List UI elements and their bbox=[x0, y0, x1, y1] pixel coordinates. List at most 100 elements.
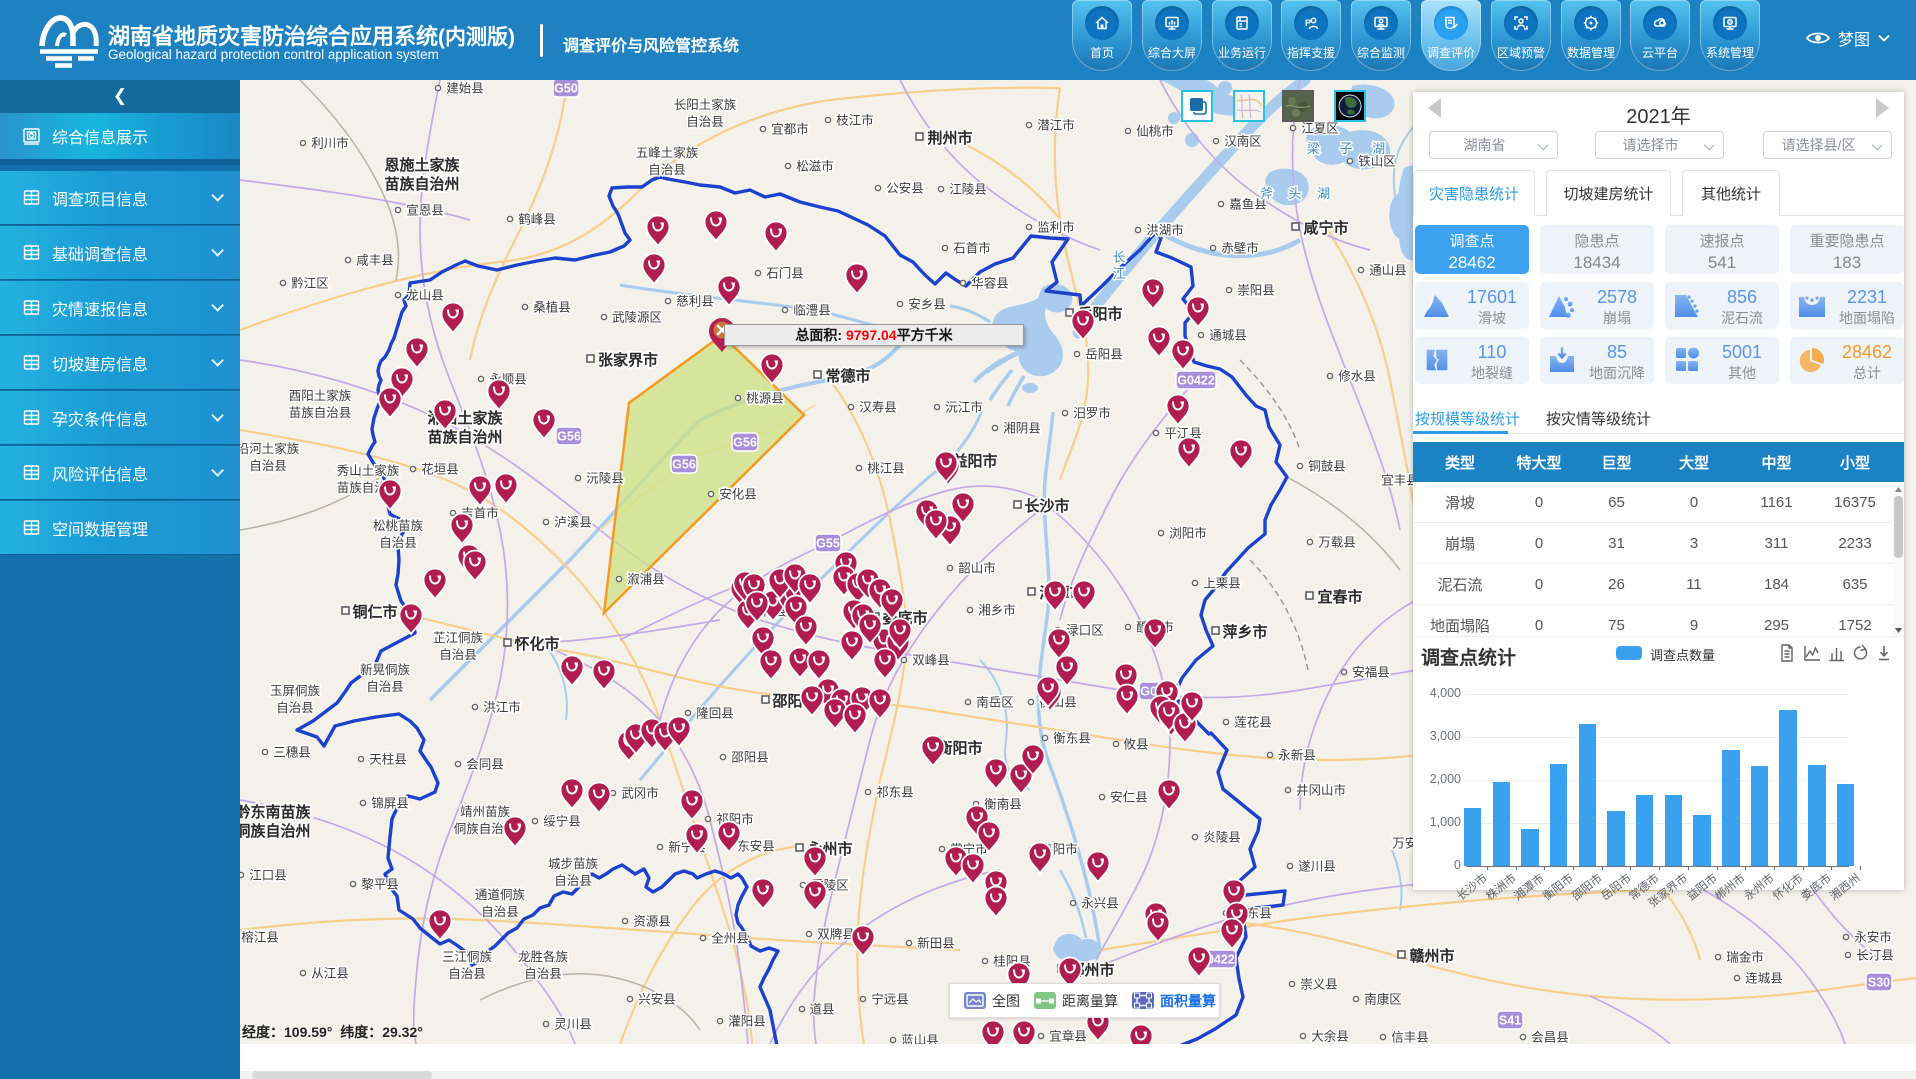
svg-text:汉寿县: 汉寿县 bbox=[859, 401, 897, 415]
svg-text:石首市: 石首市 bbox=[953, 241, 991, 256]
svg-text:赤壁市: 赤壁市 bbox=[1221, 241, 1259, 256]
svg-text:自治县: 自治县 bbox=[249, 459, 287, 473]
svg-text:梁 子 湖: 梁 子 湖 bbox=[1307, 141, 1393, 156]
svg-text:鹤峰县: 鹤峰县 bbox=[518, 212, 556, 227]
svg-text:安福县: 安福县 bbox=[1352, 665, 1390, 680]
svg-text:汉南区: 汉南区 bbox=[1224, 134, 1262, 149]
svg-text:利川市: 利川市 bbox=[311, 136, 349, 151]
svg-text:临澧县: 临澧县 bbox=[793, 304, 831, 318]
svg-text:花垣县: 花垣县 bbox=[421, 462, 459, 477]
svg-text:怀化市: 怀化市 bbox=[514, 635, 559, 653]
svg-text:G0422: G0422 bbox=[1177, 374, 1215, 388]
svg-text:兴安县: 兴安县 bbox=[638, 992, 676, 1007]
svg-text:南岳区: 南岳区 bbox=[976, 695, 1014, 710]
svg-text:咸丰县: 咸丰县 bbox=[356, 254, 394, 268]
svg-text:衡南县: 衡南县 bbox=[984, 797, 1022, 812]
svg-text:公安县: 公安县 bbox=[886, 181, 924, 196]
svg-text:萍乡市: 萍乡市 bbox=[1222, 623, 1267, 641]
svg-text:枝江市: 枝江市 bbox=[836, 113, 874, 128]
svg-text:自治县: 自治县 bbox=[524, 967, 562, 981]
svg-text:城步苗族: 城步苗族 bbox=[548, 857, 599, 871]
svg-text:沅陵县: 沅陵县 bbox=[586, 472, 624, 486]
svg-text:通山县: 通山县 bbox=[1369, 264, 1407, 278]
svg-text:江陵县: 江陵县 bbox=[949, 183, 987, 197]
svg-text:上栗县: 上栗县 bbox=[1203, 577, 1241, 591]
svg-text:溆浦县: 溆浦县 bbox=[627, 573, 665, 587]
svg-text:通城县: 通城县 bbox=[1209, 329, 1247, 343]
svg-text:石门县: 石门县 bbox=[766, 266, 804, 281]
svg-text:监利市: 监利市 bbox=[1037, 220, 1075, 235]
svg-text:洪江市: 洪江市 bbox=[483, 700, 521, 715]
svg-text:黔东南苗族: 黔东南苗族 bbox=[240, 803, 311, 821]
svg-text:崇阳县: 崇阳县 bbox=[1237, 284, 1275, 298]
svg-text:桑植县: 桑植县 bbox=[533, 300, 571, 315]
svg-text:沅江市: 沅江市 bbox=[945, 400, 983, 415]
svg-text:从江县: 从江县 bbox=[311, 967, 349, 981]
svg-text:G50: G50 bbox=[554, 82, 578, 96]
svg-text:龙胜各族: 龙胜各族 bbox=[518, 949, 569, 964]
svg-text:湘阴县: 湘阴县 bbox=[1003, 421, 1041, 436]
svg-text:灵川县: 灵川县 bbox=[554, 1018, 592, 1032]
svg-text:长沙市: 长沙市 bbox=[1024, 497, 1069, 515]
svg-text:天柱县: 天柱县 bbox=[369, 752, 407, 767]
svg-text:宣恩县: 宣恩县 bbox=[406, 203, 444, 218]
svg-text:安乡县: 安乡县 bbox=[908, 297, 946, 312]
svg-text:仙桃市: 仙桃市 bbox=[1136, 124, 1174, 139]
svg-text:渌口区: 渌口区 bbox=[1066, 623, 1104, 638]
svg-text:宜春市: 宜春市 bbox=[1317, 588, 1362, 606]
svg-text:双峰县: 双峰县 bbox=[912, 654, 950, 668]
svg-text:铜仁市: 铜仁市 bbox=[352, 603, 397, 621]
svg-text:自治县: 自治县 bbox=[366, 680, 404, 694]
svg-text:洪湖市: 洪湖市 bbox=[1146, 223, 1184, 238]
svg-text:通道侗族: 通道侗族 bbox=[475, 888, 526, 902]
svg-text:长阳土家族: 长阳土家族 bbox=[674, 97, 737, 112]
svg-text:宁远县: 宁远县 bbox=[871, 992, 909, 1007]
svg-text:浏阳市: 浏阳市 bbox=[1169, 526, 1207, 541]
svg-text:酉阳土家族: 酉阳土家族 bbox=[289, 388, 352, 403]
svg-text:自治县: 自治县 bbox=[481, 905, 519, 919]
svg-text:G56: G56 bbox=[557, 430, 581, 444]
svg-text:榕江县: 榕江县 bbox=[241, 930, 279, 945]
svg-text:东安县: 东安县 bbox=[737, 839, 775, 854]
svg-text:双牌县: 双牌县 bbox=[817, 927, 855, 942]
svg-text:三穗县: 三穗县 bbox=[273, 746, 311, 760]
svg-text:连城县: 连城县 bbox=[1745, 971, 1783, 986]
svg-text:苗族自治州: 苗族自治州 bbox=[427, 428, 502, 446]
svg-text:邵阳县: 邵阳县 bbox=[731, 751, 769, 765]
svg-text:G56: G56 bbox=[733, 436, 757, 450]
svg-text:蓝山县: 蓝山县 bbox=[901, 1034, 939, 1045]
svg-text:安仁县: 安仁县 bbox=[1110, 790, 1148, 805]
svg-text:黎平县: 黎平县 bbox=[361, 878, 399, 892]
svg-text:道县: 道县 bbox=[809, 1003, 834, 1017]
svg-text:江口县: 江口县 bbox=[249, 869, 287, 883]
svg-text:沿河土家族: 沿河土家族 bbox=[240, 441, 300, 456]
svg-text:绥宁县: 绥宁县 bbox=[543, 814, 581, 829]
svg-text:新晃侗族: 新晃侗族 bbox=[360, 662, 411, 677]
svg-text:长 江: 长 江 bbox=[1111, 250, 1126, 280]
svg-text:宜都市: 宜都市 bbox=[771, 122, 809, 137]
svg-text:张家界市: 张家界市 bbox=[598, 351, 658, 369]
svg-text:常德市: 常德市 bbox=[825, 367, 870, 385]
svg-text:大余县: 大余县 bbox=[1311, 1029, 1349, 1044]
svg-text:武陵源区: 武陵源区 bbox=[612, 311, 662, 325]
svg-text:黔江区: 黔江区 bbox=[291, 276, 329, 291]
svg-text:自治县: 自治县 bbox=[554, 874, 592, 888]
svg-text:芷江侗族: 芷江侗族 bbox=[433, 631, 484, 645]
svg-text:祁东县: 祁东县 bbox=[876, 785, 914, 800]
svg-text:荆州市: 荆州市 bbox=[927, 129, 972, 147]
svg-text:秀山土家族: 秀山土家族 bbox=[337, 463, 400, 478]
svg-text:汨罗市: 汨罗市 bbox=[1073, 406, 1111, 421]
svg-text:炎陵县: 炎陵县 bbox=[1203, 831, 1241, 845]
svg-text:三江侗族: 三江侗族 bbox=[442, 950, 493, 964]
svg-text:自治县: 自治县 bbox=[648, 163, 686, 177]
svg-text:南康区: 南康区 bbox=[1364, 992, 1402, 1007]
svg-text:会昌县: 会昌县 bbox=[1531, 1031, 1569, 1045]
svg-text:龙山县: 龙山县 bbox=[406, 289, 444, 303]
svg-text:攸县: 攸县 bbox=[1123, 737, 1148, 752]
svg-text:崇义县: 崇义县 bbox=[1300, 978, 1338, 992]
svg-text:桃江县: 桃江县 bbox=[867, 461, 905, 476]
svg-text:安化县: 安化县 bbox=[719, 487, 757, 502]
svg-text:靖州苗族: 靖州苗族 bbox=[460, 805, 511, 819]
svg-text:潜江市: 潜江市 bbox=[1037, 118, 1075, 133]
svg-text:泸溪县: 泸溪县 bbox=[554, 516, 592, 530]
